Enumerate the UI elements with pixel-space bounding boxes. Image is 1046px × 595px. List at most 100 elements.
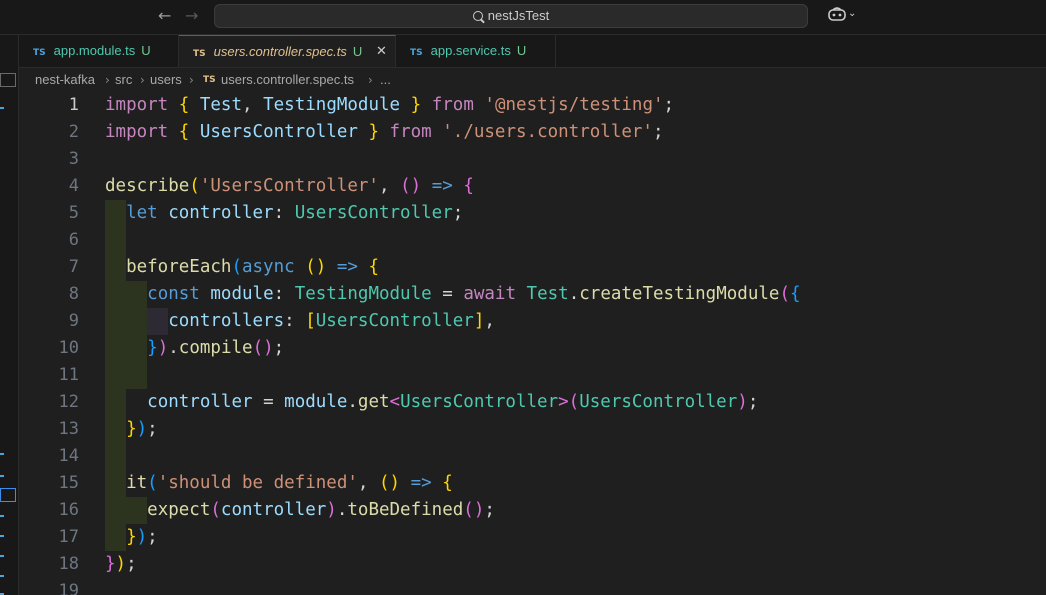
split-editor-icon[interactable]: [0, 73, 16, 87]
title-bar: ← → nestJsTest ⌄: [0, 0, 1046, 35]
token: (: [568, 392, 580, 412]
token: import: [105, 95, 169, 115]
token: ;: [452, 203, 464, 223]
line-number: 1: [68, 95, 79, 115]
line-number: 15: [58, 473, 79, 493]
code-line-17: });: [105, 524, 158, 551]
code-line-18: });: [105, 551, 137, 578]
line-number: 13: [58, 419, 79, 439]
token: './users.controller': [442, 122, 653, 142]
token: expect: [147, 500, 211, 520]
token: async: [241, 257, 295, 277]
token: :: [273, 284, 285, 304]
close-icon[interactable]: ✕: [376, 36, 387, 68]
typescript-file-icon: TS: [410, 48, 423, 58]
token: compile: [178, 338, 253, 358]
token: <: [389, 392, 401, 412]
copilot-icon[interactable]: [828, 7, 846, 21]
code-editor[interactable]: 1 2 3 4 5 6 7 8 9 10 11 12 13 14 15 16 1…: [19, 92, 1046, 595]
token: ;: [147, 527, 158, 547]
line-number: 3: [68, 149, 79, 169]
breadcrumb-item-file[interactable]: users.controller.spec.ts: [221, 68, 354, 92]
token: controller: [168, 203, 274, 223]
token: ): [263, 338, 274, 358]
token: }: [368, 122, 379, 142]
token: }: [147, 338, 158, 358]
token: toBeDefined: [347, 500, 464, 520]
line-number: 10: [58, 338, 79, 358]
token: const: [147, 284, 200, 304]
scm-marker: [0, 107, 4, 109]
token: UsersController: [400, 392, 559, 412]
token: UsersController: [199, 122, 358, 142]
token: }: [410, 95, 422, 115]
token: ,: [484, 311, 495, 331]
token: ,: [357, 473, 369, 493]
token: ): [410, 176, 422, 196]
code-line-13: });: [105, 416, 158, 443]
token: (: [231, 257, 242, 277]
chevron-down-icon[interactable]: ⌄: [848, 8, 856, 19]
token: ): [315, 257, 327, 277]
scm-marker: [0, 475, 4, 477]
token: 'should be defined': [157, 473, 358, 493]
line-number: 18: [58, 554, 79, 574]
line-number: 12: [58, 392, 79, 412]
token: Test: [199, 95, 243, 115]
token: }: [126, 527, 137, 547]
token: get: [357, 392, 390, 412]
editor-tab-bar: TS app.module.ts U TS users.controller.spec…: [19, 35, 1046, 68]
line-number: 6: [68, 230, 79, 250]
token: (: [305, 257, 316, 277]
token: ): [389, 473, 401, 493]
command-center-search[interactable]: nestJsTest: [214, 4, 808, 28]
untracked-badge: U: [141, 43, 151, 58]
typescript-file-icon: TS: [203, 75, 216, 85]
token: (: [463, 500, 474, 520]
token: import: [105, 122, 169, 142]
tab-app-module[interactable]: TS app.module.ts U: [19, 35, 179, 67]
code-line-5: let controller: UsersController;: [105, 200, 463, 227]
token: controller: [220, 500, 327, 520]
token: ;: [273, 338, 285, 358]
line-number: 11: [58, 365, 79, 385]
untracked-badge: U: [352, 44, 363, 59]
token: ): [157, 338, 169, 358]
token: (: [400, 176, 411, 196]
back-arrow-icon[interactable]: ←: [158, 6, 171, 25]
line-number: 16: [58, 500, 79, 520]
token: ]: [473, 311, 485, 331]
token: TestingModule: [294, 284, 432, 304]
token: from: [389, 122, 432, 142]
search-icon: [472, 11, 483, 21]
workspace-name: nestJsTest: [487, 8, 550, 23]
token: .: [568, 284, 580, 304]
token: ): [326, 500, 337, 520]
token: .: [347, 392, 358, 412]
breadcrumb-item-users[interactable]: users: [150, 68, 182, 92]
token: ,: [242, 95, 253, 115]
line-number: 17: [58, 527, 79, 547]
token: ;: [747, 392, 759, 412]
token: {: [463, 176, 474, 196]
breadcrumb-item-src[interactable]: src: [115, 68, 132, 92]
token: {: [368, 257, 380, 277]
chevron-right-icon: ›: [140, 73, 145, 87]
forward-arrow-icon[interactable]: →: [185, 6, 198, 25]
breadcrumb-item-nest-kafka[interactable]: nest-kafka: [35, 68, 95, 92]
chevron-right-icon: ›: [105, 73, 110, 87]
tab-users-controller-spec[interactable]: TS users.controller.spec.ts U ✕: [179, 35, 396, 67]
token: Test: [526, 284, 569, 304]
tab-label: users.controller.spec.ts: [213, 44, 347, 59]
token: =>: [336, 257, 358, 277]
token: '@nestjs/testing': [484, 95, 664, 115]
tab-label: app.service.ts: [430, 43, 511, 58]
token: await: [463, 284, 516, 304]
code-line-10: }).compile();: [105, 335, 284, 362]
tab-app-service[interactable]: TS app.service.ts U: [396, 35, 556, 67]
breadcrumb-item-symbols[interactable]: ...: [380, 68, 391, 92]
token: =>: [410, 473, 432, 493]
token: module: [210, 284, 274, 304]
scm-marker: [0, 535, 4, 537]
line-number: 4: [68, 176, 79, 196]
